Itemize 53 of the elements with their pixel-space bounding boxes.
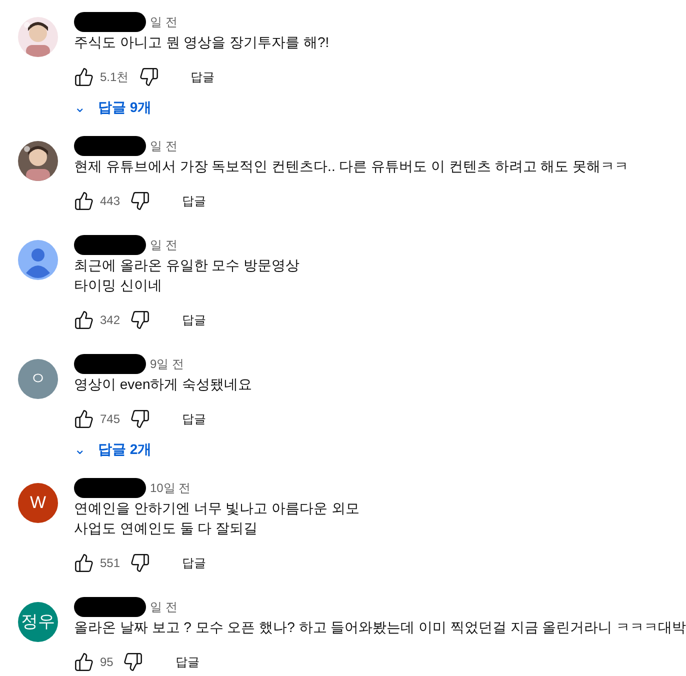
avatar: 정우 [18,602,58,642]
comment-text: 최근에 올라온 유일한 모수 방문영상 [74,256,300,275]
like-count: 342 [100,312,120,329]
reply-button[interactable]: 답글 [174,550,214,576]
dislike-icon[interactable] [130,310,150,330]
chevron-icon: ⌄ [74,439,86,460]
redaction-mark [74,478,146,498]
like-count: 551 [100,555,120,572]
redaction-mark [74,12,146,32]
replies-label: 답글 2개 [98,440,152,459]
dislike-icon[interactable] [138,67,159,87]
like-count: 5.1천 [100,69,129,86]
comment-time: 9일 전 [150,356,184,373]
redaction-mark [74,597,146,617]
like-icon[interactable] [74,409,94,429]
like-icon[interactable] [74,310,94,330]
comment-time: 일 전 [150,14,178,31]
replies-label: 답글 9개 [98,98,152,117]
comment-text: 연예인을 안하기엔 너무 빛나고 아름다운 외모 [74,499,360,518]
comment-text: 현제 유튜브에서 가장 독보적인 컨텐츠다.. 다른 유튜버도 이 컨텐츠 하려고 해도 못해ㅋㅋ [74,157,629,176]
like-icon[interactable] [74,553,94,573]
reply-button[interactable]: 답글 [174,188,214,214]
reply-button[interactable]: 답글 [174,406,214,432]
reply-button[interactable]: 답글 [182,64,223,90]
reply-button[interactable]: 답글 [174,307,214,333]
comment-text: 타이밍 신이네 [74,276,163,295]
view-replies-button[interactable]: ⌄ 답글 9개 [74,97,330,118]
avatar: W [18,483,58,523]
view-replies-button[interactable]: ⌄ 답글 2개 [74,439,252,460]
comment-time: 일 전 [150,237,178,254]
like-count: 443 [100,193,120,210]
like-count: 745 [100,411,120,428]
comment-time: 일 전 [150,138,178,155]
dislike-icon[interactable] [130,409,150,429]
comment-text: 주식도 아니고 뭔 영상을 장기투자를 해?! [74,33,330,52]
redaction-mark [74,354,146,374]
comment-time: 일 전 [150,599,178,616]
like-icon[interactable] [74,652,94,672]
dislike-icon[interactable] [130,191,150,211]
like-icon[interactable] [74,191,94,211]
chevron-icon: ⌄ [74,97,86,118]
comment-text: 올라온 날짜 보고 ? 모수 오픈 했나? 하고 들어와봤는데 이미 찍었던걸 지금 올린거라니 ㅋㅋㅋ대박 [74,618,686,637]
comment-text: 사업도 연예인도 둘 다 잘되길 [74,519,259,538]
reply-button[interactable]: 답글 [167,649,208,675]
like-count: 95 [100,654,114,671]
comment-time: 10일 전 [150,480,191,497]
avatar: ㅇ [18,359,58,399]
redaction-mark [74,136,146,156]
dislike-icon[interactable] [123,652,144,672]
redaction-mark [74,235,146,255]
like-icon[interactable] [74,67,94,87]
comment-text: 영상이 even하게 숙성됐네요 [74,375,252,394]
dislike-icon[interactable] [130,553,150,573]
